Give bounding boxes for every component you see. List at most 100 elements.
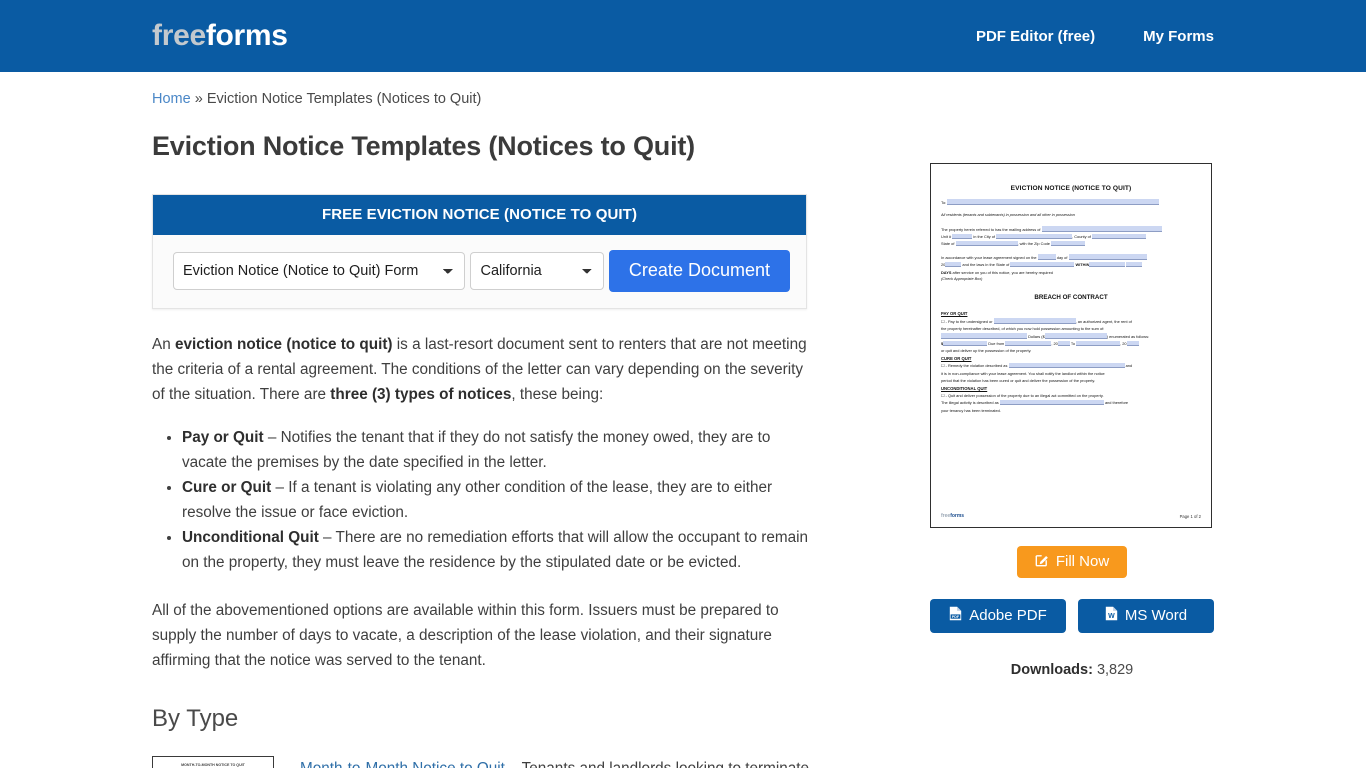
preview-line-text: and therefore <box>1104 400 1129 406</box>
preview-logo-forms: forms <box>950 512 965 519</box>
preview-line: $ Due from , 20 To , 20 <box>941 340 1201 347</box>
breadcrumb: Home » Eviction Notice Templates (Notice… <box>152 72 1214 108</box>
sidebar: EVICTION NOTICE (NOTICE TO QUIT) To: All… <box>930 162 1214 678</box>
preview-line-text: To <box>1070 341 1075 347</box>
pdf-file-icon: PDF <box>949 606 962 625</box>
adobe-pdf-label: Adobe PDF <box>969 607 1047 625</box>
preview-line-text: in the City of <box>973 234 995 239</box>
preview-line-text: The illegal activity is described as <box>941 400 999 406</box>
preview-line: State of , with the Zip Code <box>941 240 1201 247</box>
preview-line-text: and the laws in the State of <box>962 262 1010 268</box>
intro-text-a: An <box>152 335 175 353</box>
preview-line-text: In accordance with your lease agreement … <box>941 254 1037 260</box>
preview-line-text: Unit # <box>941 234 952 239</box>
form-widget-heading: FREE EVICTION NOTICE (NOTICE TO QUIT) <box>153 194 806 235</box>
preview-line-text: and <box>1125 363 1133 369</box>
form-widget-body: Eviction Notice (Notice to Quit) Form Ca… <box>153 235 806 308</box>
create-document-button[interactable]: Create Document <box>608 249 790 292</box>
intro-bold-1: eviction notice (notice to quit) <box>174 335 393 353</box>
preview-italic-note: All residents (tenants and subtenants) i… <box>941 213 1075 218</box>
svg-text:W: W <box>1108 613 1115 620</box>
preview-check-note: (Check Appropriate Box) <box>941 277 983 282</box>
fill-now-button[interactable]: Fill Now <box>1016 545 1128 578</box>
preview-line: DAYS after service on you of this notice… <box>941 269 1201 276</box>
preview-line-text: ☐ - Remedy the violation described as <box>941 363 1008 369</box>
intro-paragraph: An eviction notice (notice to quit) is a… <box>152 332 818 407</box>
preview-line-text: , County of <box>1072 234 1091 239</box>
intro-text-d: , these being: <box>511 385 604 403</box>
state-select[interactable]: California <box>470 251 604 290</box>
preview-line-text: , with the Zip Code <box>1017 241 1050 247</box>
preview-within-label: WITHIN <box>1075 262 1090 268</box>
content-wrapper: Home » Eviction Notice Templates (Notice… <box>152 72 1214 768</box>
by-type-description: Month-to-Month Notice to Quit – Tenants … <box>300 756 818 768</box>
preview-line: ☐ - Remedy the violation described as an… <box>941 362 1201 369</box>
preview-to-label: To: <box>941 199 947 205</box>
bullet-term: Unconditional Quit <box>182 528 319 546</box>
preview-line-text: ☐ - Pay to the undersigned or <box>941 318 993 324</box>
main-navigation: PDF Editor (free) My Forms <box>976 28 1214 45</box>
preview-line: period that the violation has been cured… <box>941 378 1096 384</box>
bullet-dash: – <box>263 428 281 446</box>
by-type-dash: – <box>505 760 522 768</box>
ms-word-button[interactable]: W MS Word <box>1078 598 1214 633</box>
downloads-count: 3,829 <box>1096 661 1134 678</box>
month-to-month-link[interactable]: Month-to-Month Notice to Quit <box>300 760 505 768</box>
section-heading-by-type: By Type <box>152 704 239 732</box>
download-buttons-row: PDF Adobe PDF W MS Word <box>930 598 1214 633</box>
preview-line-text: Due from <box>988 341 1005 347</box>
site-logo[interactable]: freeforms <box>152 21 288 51</box>
preview-line-text: The property herein referred to has the … <box>941 226 1041 232</box>
logo-text-free: free <box>152 19 206 52</box>
preview-line-to: To: <box>941 199 1201 206</box>
preview-line: or quit and deliver up the possession of… <box>941 348 1032 354</box>
breadcrumb-separator: » <box>194 91 203 107</box>
svg-text:PDF: PDF <box>952 615 960 619</box>
document-preview[interactable]: EVICTION NOTICE (NOTICE TO QUIT) To: All… <box>930 162 1212 528</box>
nav-pdf-editor[interactable]: PDF Editor (free) <box>976 28 1095 45</box>
adobe-pdf-button[interactable]: PDF Adobe PDF <box>930 598 1066 633</box>
preview-line-text: day of <box>1056 254 1068 260</box>
preview-line-text: , an authorized agent, the rent of <box>1075 318 1132 324</box>
nav-my-forms[interactable]: My Forms <box>1143 28 1214 45</box>
preview-line: 20 and the laws in the State of WITHIN <box>941 261 1201 268</box>
bullet-dash: – <box>271 478 289 496</box>
month-to-month-thumbnail[interactable]: MONTH-TO-MONTH NOTICE TO QUIT To: All re… <box>152 755 274 768</box>
list-item: Pay or Quit – Notifies the tenant that i… <box>182 425 818 475</box>
bullet-dash: – <box>318 528 336 546</box>
preview-line: The property herein referred to has the … <box>941 226 1201 233</box>
document-type-select[interactable]: Eviction Notice (Notice to Quit) Form <box>173 251 466 290</box>
site-header: freeforms PDF Editor (free) My Forms <box>0 0 1366 72</box>
preview-line: it is in non-compliance with your lease … <box>941 370 1105 376</box>
thumbnail-title: MONTH-TO-MONTH NOTICE TO QUIT <box>181 762 245 767</box>
breadcrumb-current: Eviction Notice Templates (Notices to Qu… <box>206 91 482 107</box>
thumbnail-mini-document: MONTH-TO-MONTH NOTICE TO QUIT To: All re… <box>153 757 273 768</box>
preview-line: ☐ - Pay to the undersigned or , an autho… <box>941 318 1201 325</box>
bullet-term: Pay or Quit <box>182 428 264 446</box>
document-preview-content: EVICTION NOTICE (NOTICE TO QUIT) To: All… <box>941 185 1201 414</box>
breadcrumb-home-link[interactable]: Home <box>152 91 191 107</box>
preview-title: EVICTION NOTICE (NOTICE TO QUIT) <box>1010 184 1132 192</box>
word-file-icon: W <box>1105 606 1118 625</box>
preview-line: your tenancy has been terminated. <box>941 407 1001 413</box>
by-type-item: MONTH-TO-MONTH NOTICE TO QUIT To: All re… <box>152 755 818 768</box>
logo-text-forms: forms <box>205 19 288 52</box>
preview-section-heading: CURE OR QUIT <box>941 355 972 361</box>
intro-bold-2: three (3) types of notices <box>330 385 512 403</box>
bullet-term: Cure or Quit <box>182 478 272 496</box>
preview-days-label: DAYS <box>941 269 952 275</box>
preview-footer: freeforms Page 1 of 2 <box>941 512 1201 519</box>
article-body: An eviction notice (notice to quit) is a… <box>152 332 818 768</box>
preview-line-text: ) enumerated as follows: <box>1106 333 1150 339</box>
closing-paragraph: All of the abovementioned options are av… <box>152 601 779 669</box>
preview-line: the property hereinafter described, of w… <box>941 326 1105 332</box>
preview-line: Unit # in the City of , County of <box>941 233 1201 240</box>
preview-page-number: Page 1 of 2 <box>1179 513 1201 519</box>
notice-types-list: Pay or Quit – Notifies the tenant that i… <box>152 425 818 575</box>
ms-word-label: MS Word <box>1124 607 1188 625</box>
downloads-counter: Downloads: 3,829 <box>930 662 1214 678</box>
list-item: Unconditional Quit – There are no remedi… <box>182 525 818 575</box>
preview-line: Dollars ($) enumerated as follows: <box>941 333 1201 340</box>
preview-line: In accordance with your lease agreement … <box>941 254 1201 261</box>
fill-now-label: Fill Now <box>1055 553 1110 571</box>
